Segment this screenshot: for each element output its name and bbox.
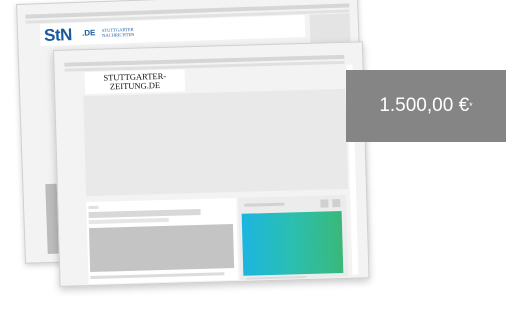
article-footer-placeholder	[90, 272, 225, 280]
stn-logo-suffix: .DE	[81, 28, 96, 38]
article-card	[86, 197, 239, 285]
ad-footer-placeholder	[246, 276, 307, 280]
article-subtitle-placeholder	[88, 217, 169, 225]
front-browser-window: STUTTGARTER- ZEITUNG.DE	[53, 41, 370, 287]
article-title-placeholder	[88, 208, 201, 219]
ad-slot	[238, 194, 349, 280]
ad-label-placeholder	[244, 202, 285, 207]
stn-logo: StN	[43, 25, 73, 46]
article-kicker-placeholder	[88, 205, 99, 210]
stn-logo-subtitle: STUTTGARTER NACHRICHTEN	[101, 26, 135, 39]
price-amount: 1.500,00 €	[379, 95, 470, 116]
stz-logo-box: STUTTGARTER- ZEITUNG.DE	[84, 69, 186, 95]
price-badge: 1.500,00 € *	[346, 70, 506, 142]
hero-banner-placeholder	[83, 88, 348, 197]
ad-gradient-creative	[241, 211, 344, 276]
stz-logo: STUTTGARTER- ZEITUNG.DE	[103, 70, 167, 92]
ad-control-square	[332, 199, 341, 208]
article-image-placeholder	[88, 224, 235, 273]
price-footnote-mark: *	[469, 101, 473, 111]
ad-control-square	[320, 199, 329, 208]
